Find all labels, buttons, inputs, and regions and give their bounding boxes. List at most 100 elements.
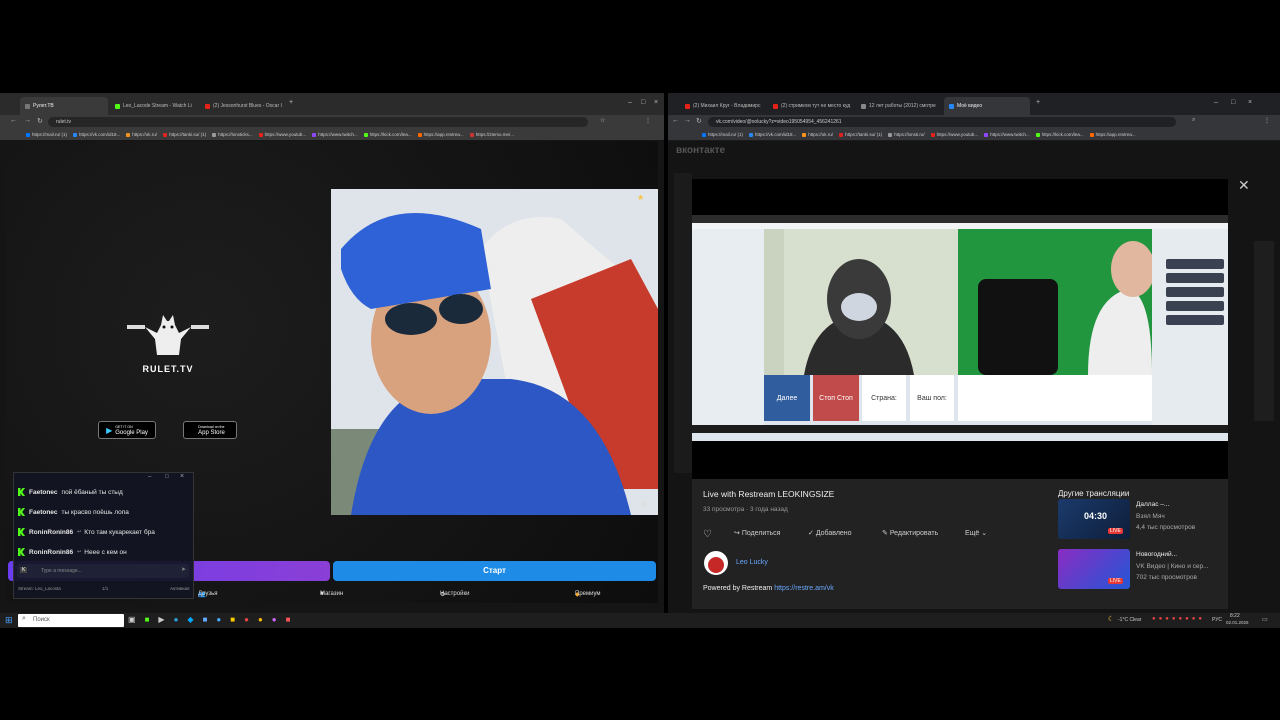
bookmark-item[interactable]: https://lonsti.ru/ — [888, 132, 925, 137]
chat-username[interactable]: Faetonec — [29, 489, 58, 496]
bookmark-item[interactable]: https://kick.com/lea... — [1035, 132, 1084, 137]
chrome-icon[interactable]: ● — [258, 615, 263, 627]
tab-youtube-krug[interactable]: (2) Михаил Круг - Владимирс — [680, 97, 764, 115]
windows-taskbar: ⊞ ⌕ Поиск ▣ ■ ▶ ● ◆ ■ ● ■ ● ● ● ■ ☾ -1°C… — [0, 613, 1280, 628]
chat-minimize-button[interactable]: – — [148, 474, 151, 480]
new-tab-button[interactable]: + — [1036, 99, 1040, 106]
bookmark-item[interactable]: https://ok.ru/ — [126, 132, 157, 137]
send-icon[interactable]: ➤ — [181, 566, 186, 573]
camera-toggle-icon[interactable]: ◙ — [641, 499, 646, 508]
app-icon[interactable]: ■ — [203, 615, 208, 627]
bookmark-item[interactable]: https://www.twitch... — [984, 132, 1030, 137]
chat-maximize-button[interactable]: □ — [165, 474, 169, 480]
bookmark-item[interactable]: https://mail.ru/ (1) — [702, 132, 743, 137]
bookmark-item[interactable]: https://www.youtub... — [258, 132, 306, 137]
tab-rulet[interactable]: Рулет.ТВ — [20, 97, 108, 115]
restream-link[interactable]: https://restre.am/vk — [774, 585, 834, 592]
back-icon[interactable]: ← — [10, 117, 17, 124]
close-modal-icon[interactable]: ✕ — [1238, 177, 1250, 194]
language-indicator[interactable]: РУС — [1212, 617, 1222, 623]
eye-favicon — [861, 103, 866, 109]
bookmark-item[interactable]: https://kick.com/lea... — [363, 132, 412, 137]
inner-chat-bubble — [1166, 301, 1224, 311]
channel-name[interactable]: Leo Lucky — [736, 559, 768, 566]
share-button[interactable]: ↪ Поделиться — [734, 529, 780, 537]
chat-close-button[interactable]: × — [180, 473, 184, 480]
bookmark-item[interactable]: https://ok.ru/ — [802, 132, 833, 137]
menu-icon[interactable]: ⋮ — [645, 117, 651, 124]
app-icon[interactable]: ● — [244, 615, 249, 627]
bookmark-item[interactable]: https://vk.com/id18... — [73, 132, 120, 137]
close-window-button[interactable]: × — [654, 99, 658, 106]
like-heart-icon[interactable]: ♡ — [703, 529, 712, 540]
bookmark-item[interactable]: https://ztemo.me/... — [469, 132, 514, 137]
star-icon[interactable]: ★ — [637, 193, 644, 202]
bookmark-item[interactable]: https://www.twitch... — [312, 132, 358, 137]
bookmark-item[interactable]: https://app.restrea... — [417, 132, 464, 137]
bookmark-item[interactable]: https://vk.com/id18... — [749, 132, 796, 137]
clock-time[interactable]: 8:22 — [1230, 613, 1240, 619]
tab-youtube-stream[interactable]: (2) стримком тут не место куд — [768, 97, 852, 115]
webcam-person-image — [331, 189, 658, 515]
video-meta: 33 просмотра · 3 года назад — [703, 506, 788, 513]
tab-12-years[interactable]: 12 лет работы (2012) смотре — [856, 97, 940, 115]
maximize-button[interactable]: □ — [1231, 99, 1235, 106]
reload-icon[interactable]: ↻ — [37, 117, 43, 125]
related-stream-item[interactable]: LIVE Новогодний... VK Видео | Кино и сер… — [1058, 549, 1233, 589]
app-icon[interactable]: ■ — [145, 615, 150, 627]
task-view-icon[interactable]: ▣ — [128, 615, 136, 627]
app-store-badge[interactable]: Download on the App Store — [183, 421, 237, 439]
app-icon[interactable]: ■ — [230, 615, 235, 627]
maximize-button[interactable]: □ — [641, 99, 645, 106]
minimize-button[interactable]: – — [628, 99, 632, 106]
bookmark-item[interactable]: https://lonsticks... — [212, 132, 253, 137]
forward-icon[interactable]: → — [24, 117, 31, 124]
video-player[interactable]: Далее Стоп Стоп Страна: Ваш пол: — [692, 179, 1228, 479]
back-icon[interactable]: ← — [672, 117, 679, 124]
edit-button[interactable]: ✎ Редактировать — [882, 529, 938, 537]
vk-logo[interactable]: вконтакте — [676, 145, 725, 156]
app-icon[interactable]: ◆ — [187, 615, 193, 627]
more-button[interactable]: Ещё ⌄ — [965, 529, 987, 537]
app-icon[interactable]: ▶ — [158, 615, 164, 627]
weather-text[interactable]: -1°C Clear — [1118, 617, 1141, 623]
url-input[interactable]: vk.com/video/@oolucky?z=video195054954_4… — [708, 117, 1176, 127]
edge-icon[interactable]: ● — [174, 615, 179, 627]
app-icon[interactable]: ● — [272, 615, 277, 627]
tab-kick[interactable]: Leo_Lacode Stream - Watch Li — [110, 97, 198, 115]
bookmark-star-icon[interactable]: ☆ — [600, 117, 605, 124]
bookmark-item[interactable]: https://tanki.su/ (1) — [839, 132, 882, 137]
new-tab-button[interactable]: + — [289, 99, 293, 106]
chat-username[interactable]: RoninRonin86 — [29, 529, 73, 536]
bookmark-item[interactable]: https://www.youtub... — [930, 132, 978, 137]
start-button[interactable]: Старт — [333, 561, 656, 581]
inner-left-panel — [692, 229, 764, 425]
menu-icon[interactable]: ⋮ — [1264, 117, 1270, 124]
minimize-button[interactable]: – — [1214, 99, 1218, 106]
bookmark-item[interactable]: https://tanki.su/ (1) — [163, 132, 206, 137]
chat-username[interactable]: Faetonec — [29, 509, 58, 516]
notification-icon[interactable]: ▭ — [1262, 616, 1268, 623]
chat-input[interactable]: K Type a message... ➤ — [17, 564, 189, 578]
bookmark-item[interactable]: https://mail.ru/ (1) — [26, 132, 67, 137]
channel-avatar[interactable] — [704, 551, 728, 575]
tray-icons[interactable]: ●●●●●●●● — [1152, 616, 1205, 622]
tab-youtube[interactable]: (2) Jessonhurst Blues - Oscar I — [200, 97, 288, 115]
taskbar-search-box[interactable]: ⌕ Поиск — [18, 614, 124, 627]
forward-icon[interactable]: → — [684, 117, 691, 124]
related-stream-item[interactable]: 04:30 LIVE Даллас –... Взял Мяч 4,4 тыс … — [1058, 499, 1233, 539]
stream-views: 702 тыс просмотров — [1136, 574, 1197, 581]
app-icon[interactable]: ● — [216, 615, 221, 627]
close-window-button[interactable]: × — [1248, 99, 1252, 106]
google-play-badge[interactable]: ▶ GET IT ON Google Play — [98, 421, 156, 439]
bookmark-item[interactable]: https://app.restrea... — [1089, 132, 1136, 137]
chat-username[interactable]: RoninRonin86 — [29, 549, 73, 556]
clock-date[interactable]: 02.01.2026 — [1226, 620, 1249, 625]
app-icon[interactable]: ■ — [286, 615, 291, 627]
windows-start-icon[interactable]: ⊞ — [5, 615, 13, 626]
search-icon[interactable]: ⌕ — [1192, 117, 1195, 124]
url-input[interactable]: rulet.tv — [48, 117, 588, 127]
tab-my-video[interactable]: Моё видео — [944, 97, 1030, 115]
reload-icon[interactable]: ↻ — [696, 117, 702, 125]
added-button[interactable]: ✓ Добавлено — [808, 529, 852, 537]
